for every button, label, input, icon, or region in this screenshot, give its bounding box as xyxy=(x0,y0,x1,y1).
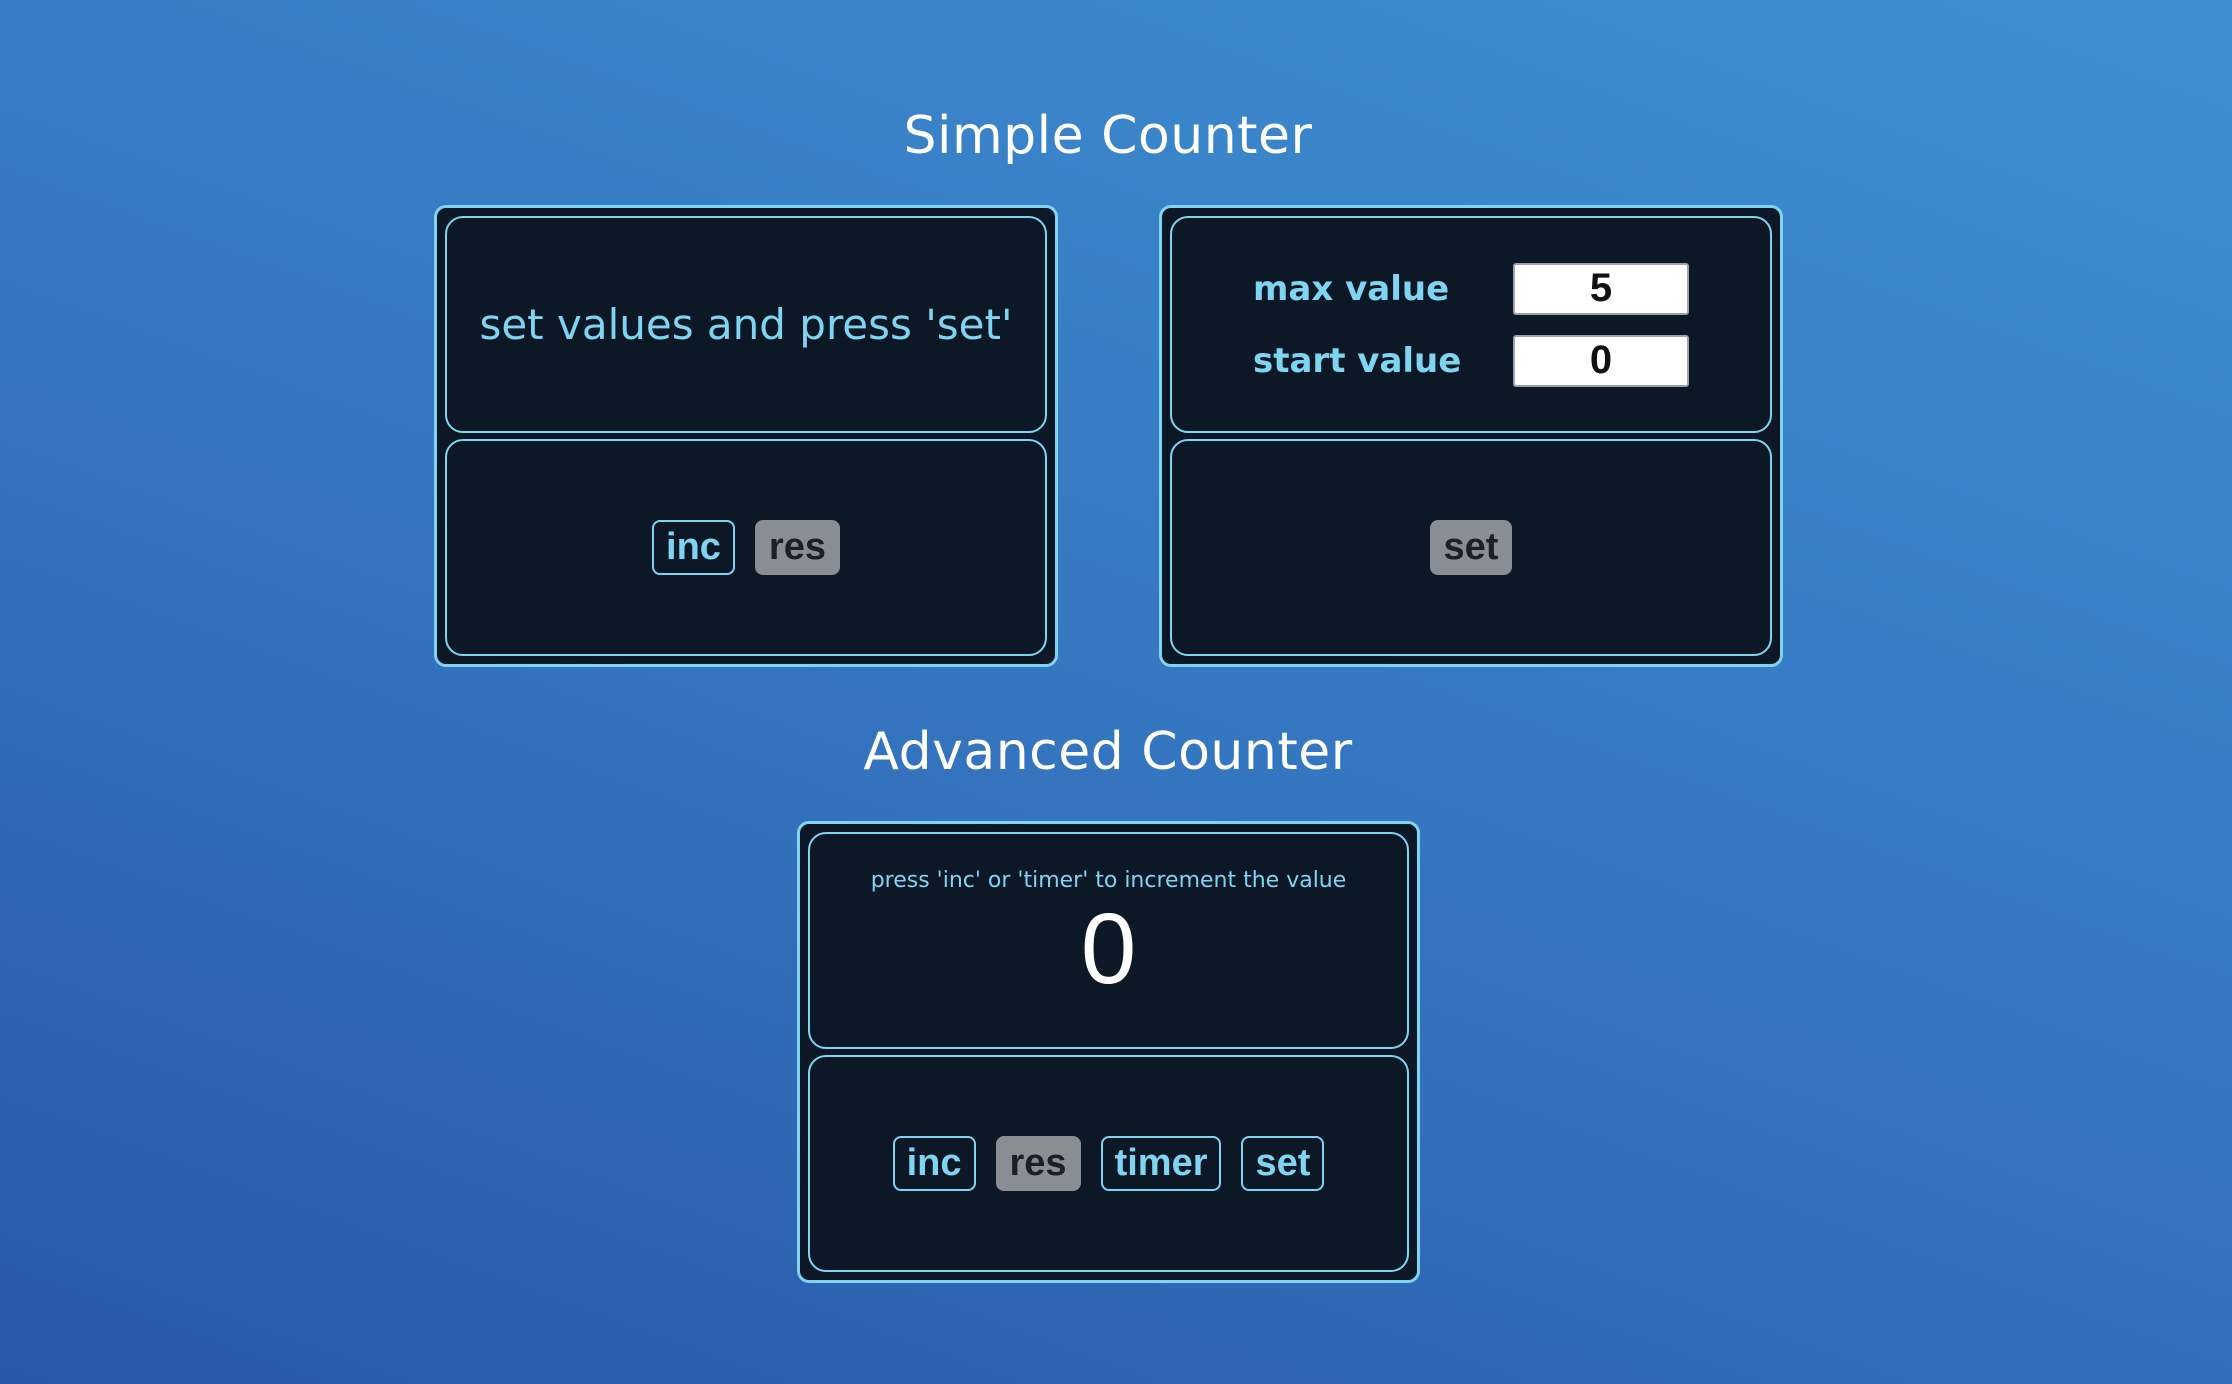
simple-counter-button-row: inc res xyxy=(652,520,840,575)
inc-button[interactable]: inc xyxy=(652,520,735,575)
max-value-input[interactable] xyxy=(1513,262,1689,315)
settings-form: max value start value xyxy=(1253,262,1689,387)
counter-value: 0 xyxy=(1080,893,1137,1005)
settings-panel: max value start value set xyxy=(1159,205,1783,667)
timer-button[interactable]: timer xyxy=(1100,1136,1222,1191)
advanced-counter-display: press 'inc' or 'timer' to increment the … xyxy=(808,832,1409,1049)
advanced-counter-hint: press 'inc' or 'timer' to increment the … xyxy=(870,868,1347,893)
settings-controls: set xyxy=(1170,439,1772,656)
advanced-set-button[interactable]: set xyxy=(1241,1136,1325,1191)
set-button[interactable]: set xyxy=(1429,520,1513,575)
start-value-input[interactable] xyxy=(1513,334,1689,387)
simple-counter-title: Simple Counter xyxy=(903,106,1313,166)
advanced-counter-title: Advanced Counter xyxy=(863,722,1353,782)
advanced-counter-panel: press 'inc' or 'timer' to increment the … xyxy=(797,821,1420,1283)
advanced-inc-button[interactable]: inc xyxy=(892,1136,976,1191)
settings-inputs-area: max value start value xyxy=(1170,216,1772,433)
simple-counter-hint: set values and press 'set' xyxy=(479,300,1013,349)
simple-counter-controls: inc res xyxy=(445,439,1047,656)
advanced-counter-controls: inc res timer set xyxy=(808,1055,1409,1272)
simple-counter-display: set values and press 'set' xyxy=(445,216,1047,433)
max-value-label: max value xyxy=(1253,268,1450,309)
advanced-reset-button[interactable]: res xyxy=(995,1136,1081,1191)
start-value-label: start value xyxy=(1253,340,1462,381)
advanced-counter-button-row: inc res timer set xyxy=(892,1136,1325,1191)
reset-button[interactable]: res xyxy=(754,520,840,575)
simple-counter-panel: set values and press 'set' inc res xyxy=(434,205,1058,667)
